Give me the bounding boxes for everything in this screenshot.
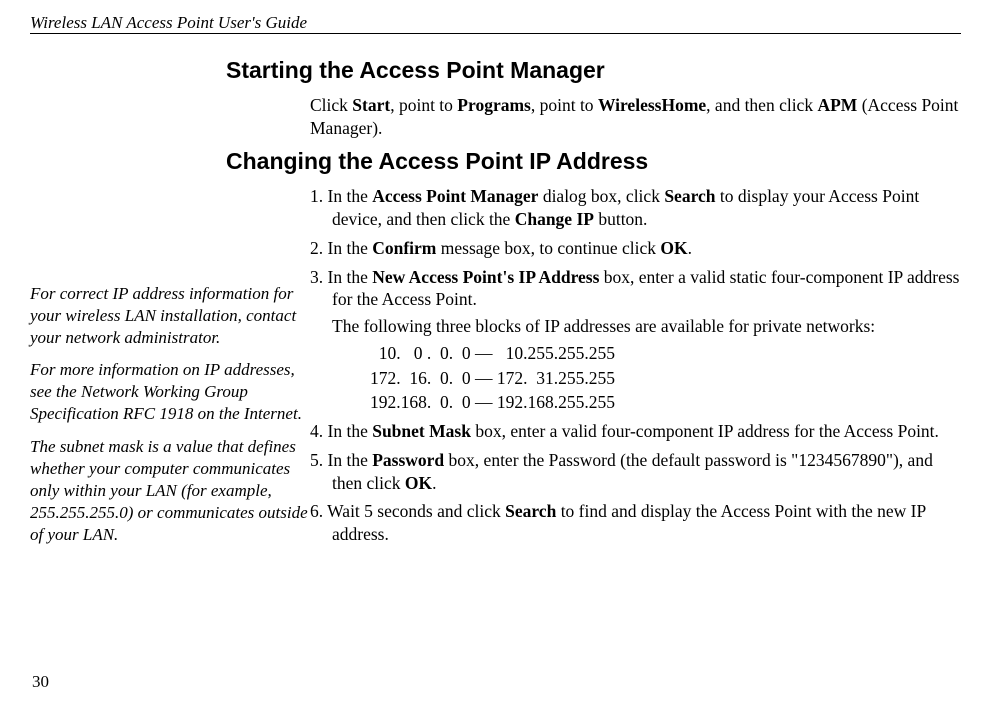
- text: , point to: [390, 95, 457, 115]
- bold-change-ip: Change IP: [515, 209, 594, 229]
- text: 6. Wait 5 seconds and click: [310, 501, 505, 521]
- step-4: 4. In the Subnet Mask box, enter a valid…: [310, 420, 961, 443]
- margin-note-block: For correct IP address information for y…: [30, 283, 320, 556]
- bold-ok: OK: [405, 473, 432, 493]
- step-3-note: The following three blocks of IP address…: [332, 315, 961, 338]
- page-number: 30: [32, 671, 49, 693]
- bold-wirelesshome: WirelessHome: [598, 95, 706, 115]
- step-3: 3. In the New Access Point's IP Address …: [310, 266, 961, 312]
- bold-ok: OK: [660, 238, 687, 258]
- ip-range-row: 10. 0 . 0. 0 — 10.255.255.255: [370, 342, 961, 365]
- text: dialog box, click: [538, 186, 664, 206]
- text: 1. In the: [310, 186, 372, 206]
- step-6: 6. Wait 5 seconds and click Search to fi…: [310, 500, 961, 546]
- bold-confirm: Confirm: [372, 238, 436, 258]
- ip-range-row: 172. 16. 0. 0 — 172. 31.255.255: [370, 367, 961, 390]
- step-2: 2. In the Confirm message box, to contin…: [310, 237, 961, 260]
- bold-access-point-manager: Access Point Manager: [372, 186, 538, 206]
- bold-new-ap-ip: New Access Point's IP Address: [372, 267, 599, 287]
- step-1: 1. In the Access Point Manager dialog bo…: [310, 185, 961, 231]
- header-rule: [30, 33, 961, 34]
- bold-apm: APM: [817, 95, 857, 115]
- text: , and then click: [706, 95, 817, 115]
- bold-password: Password: [372, 450, 444, 470]
- bold-subnet-mask: Subnet Mask: [372, 421, 471, 441]
- text: button.: [594, 209, 647, 229]
- margin-note-rfc1918: For more information on IP addresses, se…: [30, 359, 320, 425]
- margin-note-subnet: The subnet mask is a value that defines …: [30, 436, 320, 546]
- bold-start: Start: [352, 95, 390, 115]
- page-header: Wireless LAN Access Point User's Guide: [30, 12, 307, 34]
- text: .: [688, 238, 692, 258]
- text: Click: [310, 95, 352, 115]
- text: 2. In the: [310, 238, 372, 258]
- ip-range-row: 192.168. 0. 0 — 192.168.255.255: [370, 391, 961, 414]
- section-heading-changing: Changing the Access Point IP Address: [226, 147, 961, 177]
- step-5: 5. In the Password box, enter the Passwo…: [310, 449, 961, 495]
- text: box, enter a valid four-component IP add…: [471, 421, 939, 441]
- section1-paragraph: Click Start, point to Programs, point to…: [310, 94, 961, 140]
- margin-note-ip-admin: For correct IP address information for y…: [30, 283, 320, 349]
- bold-search: Search: [505, 501, 556, 521]
- section-heading-starting: Starting the Access Point Manager: [226, 56, 961, 86]
- bold-programs: Programs: [457, 95, 531, 115]
- bold-search: Search: [664, 186, 715, 206]
- text: .: [432, 473, 436, 493]
- text: message box, to continue click: [436, 238, 660, 258]
- text: , point to: [531, 95, 598, 115]
